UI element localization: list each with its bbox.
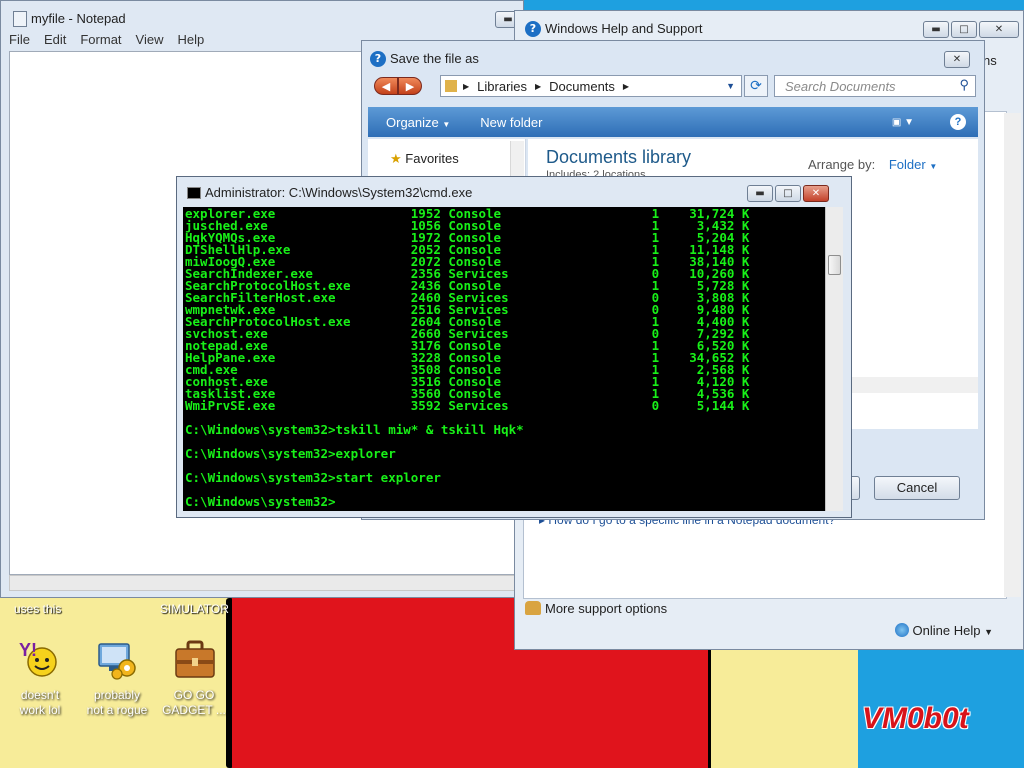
desktop-icon-label: not a rogue <box>86 703 148 717</box>
chevron-down-icon: ▼ <box>929 162 938 171</box>
online-help-label: Online Help <box>912 623 981 638</box>
computer-gears-icon <box>93 636 141 684</box>
menu-format[interactable]: Format <box>80 32 121 47</box>
vertical-scrollbar[interactable] <box>825 207 843 511</box>
help-app-icon: ? <box>525 21 541 37</box>
notepad-app-icon <box>13 11 27 27</box>
desktop-icon-yahoo[interactable]: Y! doesn't work lol <box>0 636 80 718</box>
console-output[interactable]: explorer.exe 1952 Console 1 31,724 Kjusc… <box>183 207 825 511</box>
svg-text:Y!: Y! <box>19 640 37 660</box>
breadcrumb-documents[interactable]: Documents <box>549 79 615 94</box>
dialog-app-icon: ? <box>370 51 386 67</box>
search-input[interactable]: Search Documents ⚲ <box>774 75 976 97</box>
command-line: C:\Windows\system32>explorer <box>185 446 396 461</box>
more-support-options-button[interactable]: More support options <box>525 601 667 616</box>
desktop-icon-gadgets[interactable]: GO GO GADGET ... <box>154 636 234 718</box>
nav-favorites[interactable]: ★ Favorites <box>390 151 459 167</box>
menu-bar: File Edit Format View Help <box>9 32 204 47</box>
more-support-label: More support options <box>545 601 668 616</box>
command-prompt[interactable]: C:\Windows\system32> <box>185 495 825 508</box>
menu-file[interactable]: File <box>9 32 30 47</box>
briefcase-icon <box>170 636 218 684</box>
online-help-dropdown[interactable]: Online Help ▼ <box>894 623 993 638</box>
close-button[interactable]: ✕ <box>944 51 970 68</box>
window-title: Administrator: C:\Windows\System32\cmd.e… <box>205 185 473 200</box>
arrange-by[interactable]: Arrange by: Folder ▼ <box>808 157 937 172</box>
desktop-icon-label: work lol <box>19 703 61 717</box>
command-line: C:\Windows\system32>start explorer <box>185 470 441 485</box>
libraries-folder-icon <box>445 80 457 92</box>
desktop-note-mid: SIMULATOR <box>160 602 229 616</box>
help-toolbar-text: ns <box>983 53 997 68</box>
desktop-icon-control-panel[interactable]: probably not a rogue <box>77 636 157 718</box>
wallpaper-brand-text: VM0b0t <box>862 702 969 735</box>
cmd-app-icon <box>187 187 201 199</box>
horizontal-scrollbar[interactable] <box>9 575 517 591</box>
process-list: explorer.exe 1952 Console 1 31,724 Kjusc… <box>185 207 825 413</box>
cancel-button[interactable]: Cancel <box>874 476 960 500</box>
command-line: C:\Windows\system32>tskill miw* & tskill… <box>185 422 524 437</box>
breadcrumb-separator-icon: ▶ <box>463 81 470 91</box>
breadcrumb-separator-icon: ▶ <box>535 81 542 91</box>
vertical-scrollbar[interactable] <box>1004 113 1021 597</box>
window-controls: ▬ □ ✕ <box>747 185 829 202</box>
desktop-note-left: uses this <box>14 602 62 616</box>
scrollbar-thumb[interactable] <box>828 255 841 275</box>
help-icon[interactable]: ? <box>950 114 966 130</box>
organize-label: Organize <box>386 114 439 130</box>
view-options-icon[interactable]: ▣ ▼ <box>892 117 914 128</box>
menu-help[interactable]: Help <box>177 32 204 47</box>
organize-button[interactable]: Organize ▼ <box>386 115 450 130</box>
menu-view[interactable]: View <box>136 32 164 47</box>
support-people-icon <box>525 601 541 615</box>
window-controls: ▬ □ ✕ <box>923 21 1019 38</box>
cmd-window[interactable]: Administrator: C:\Windows\System32\cmd.e… <box>176 176 852 518</box>
yahoo-messenger-icon: Y! <box>16 636 64 684</box>
breadcrumb-libraries[interactable]: Libraries <box>477 79 527 94</box>
back-button[interactable]: ◀ <box>374 77 398 95</box>
library-title: Documents library <box>546 147 692 167</box>
minimize-button[interactable]: ▬ <box>923 21 949 38</box>
globe-icon <box>894 623 909 637</box>
desktop-icon-label: GO GO <box>173 688 215 702</box>
desktop-icon-label: GADGET ... <box>162 703 226 717</box>
desktop-icon-label: probably <box>93 688 141 702</box>
maximize-button[interactable]: □ <box>951 21 977 38</box>
wallpaper-yellow-shape-right <box>708 640 858 768</box>
nav-favorites-label: Favorites <box>405 151 459 166</box>
star-icon: ★ <box>390 151 402 166</box>
dialog-toolbar: Organize ▼ New folder ▣ ▼ ? <box>368 107 978 137</box>
window-controls: ✕ <box>944 51 970 68</box>
process-row: WmiPrvSE.exe 3592 Services 0 5,144 K <box>185 398 750 413</box>
search-icon: ⚲ <box>959 77 969 92</box>
minimize-button[interactable]: ▬ <box>747 185 773 202</box>
refresh-button[interactable]: ⟳ <box>744 75 768 97</box>
arrange-label: Arrange by: <box>808 157 876 172</box>
arrange-value[interactable]: Folder <box>889 157 926 172</box>
chevron-down-icon: ▼ <box>442 119 451 129</box>
close-button[interactable]: ✕ <box>979 21 1019 38</box>
maximize-button[interactable]: □ <box>775 185 801 202</box>
new-folder-button[interactable]: New folder <box>480 115 542 130</box>
window-title: myfile - Notepad <box>31 11 126 26</box>
close-button[interactable]: ✕ <box>803 185 829 202</box>
menu-edit[interactable]: Edit <box>44 32 66 47</box>
forward-button[interactable]: ▶ <box>398 77 422 95</box>
dialog-title: Save the file as <box>390 51 479 66</box>
search-placeholder: Search Documents <box>785 79 896 94</box>
address-dropdown-icon[interactable]: ▼ <box>726 81 735 91</box>
desktop-icon-label: doesn't <box>20 688 60 702</box>
chevron-down-icon: ▼ <box>984 627 993 637</box>
address-bar[interactable]: ▶ Libraries ▶ Documents ▶ ▼ <box>440 75 742 97</box>
window-title: Windows Help and Support <box>545 21 703 36</box>
breadcrumb-separator-icon: ▶ <box>622 81 630 91</box>
